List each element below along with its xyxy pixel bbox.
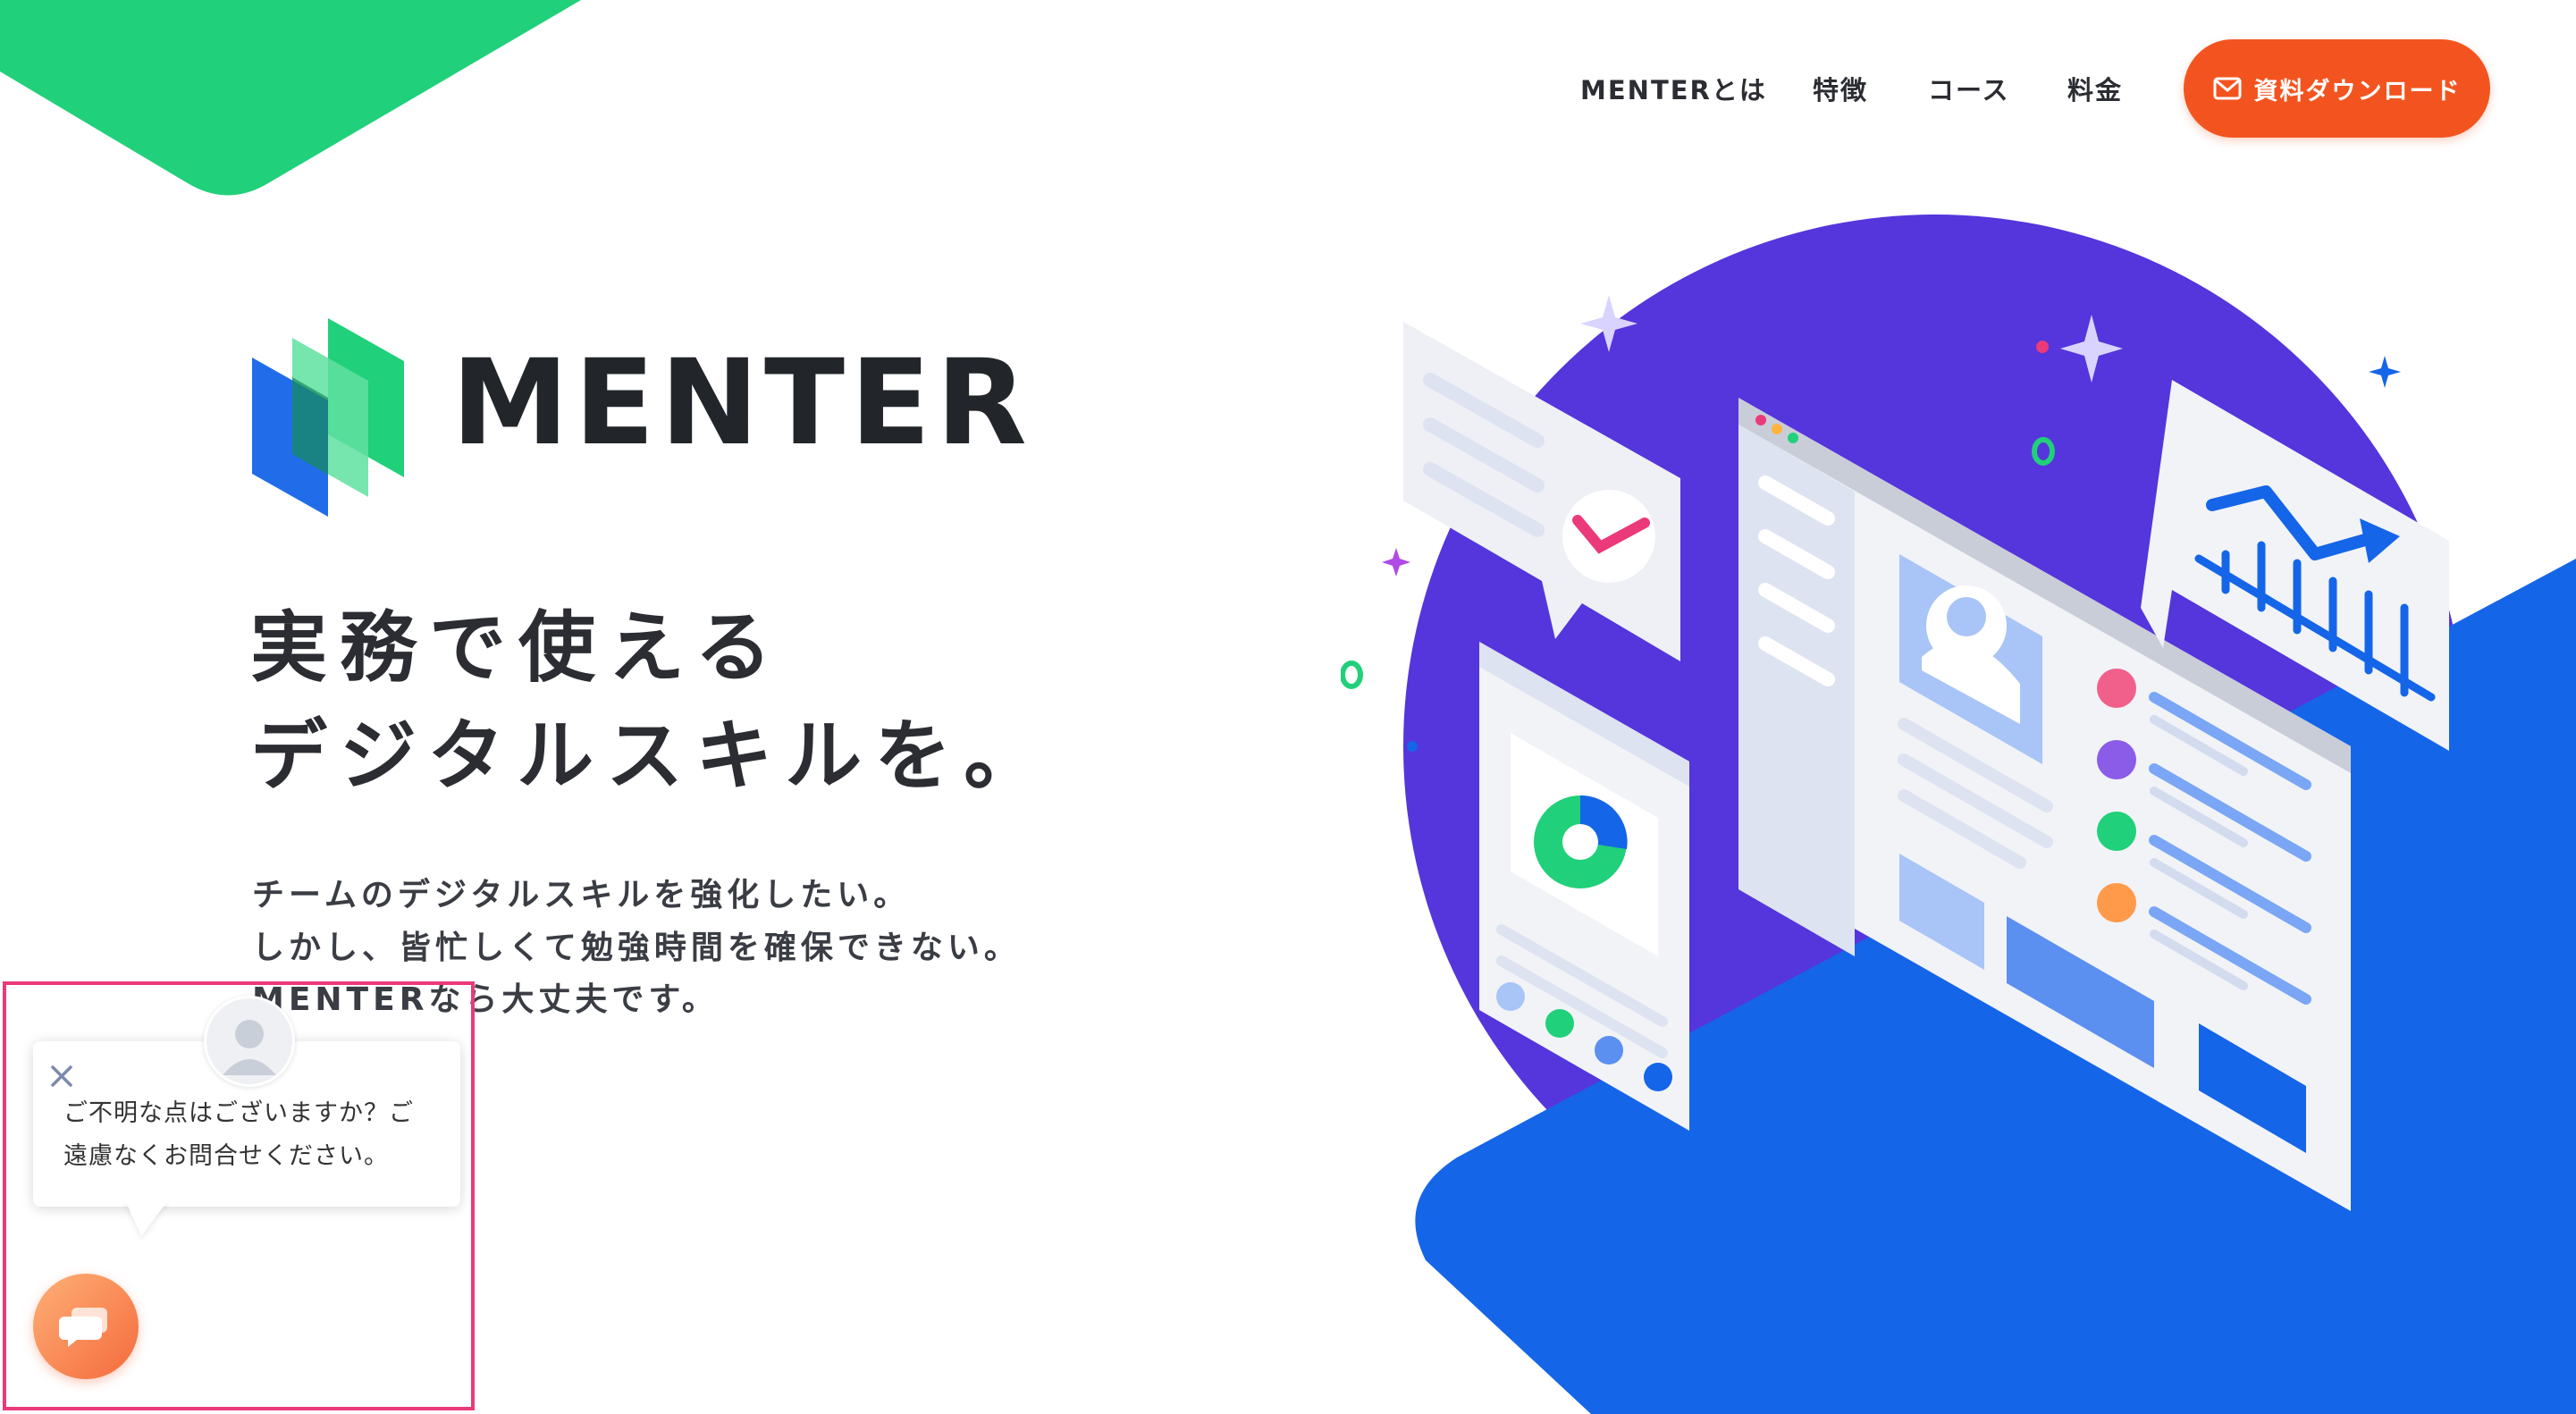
top-nav: MENTERとは 特徴 コース 料金 資料ダウンロード bbox=[0, 0, 2576, 179]
chat-bubble-icon bbox=[59, 1308, 107, 1347]
hero-lead-line2: しかし、皆忙しくて勉強時間を確保できない。 bbox=[252, 930, 1021, 966]
nav-item-about[interactable]: MENTERとは bbox=[1580, 70, 1767, 107]
mail-icon bbox=[2213, 77, 2241, 100]
hero-illustration bbox=[1341, 215, 2576, 1414]
download-button-label: 資料ダウンロード bbox=[2253, 77, 2462, 105]
chat-bubble-tail bbox=[125, 1200, 168, 1236]
close-icon[interactable] bbox=[47, 1062, 76, 1090]
menter-logo-icon bbox=[252, 318, 404, 517]
hero-lead-line1: チームのデジタルスキルを強化したい。 bbox=[252, 877, 911, 913]
chat-launcher-button[interactable] bbox=[33, 1274, 139, 1379]
download-materials-button[interactable]: 資料ダウンロード bbox=[2184, 39, 2490, 138]
nav-item-features[interactable]: 特徴 bbox=[1813, 70, 1868, 107]
hero-headline-line1: 実務で使える bbox=[250, 603, 785, 693]
hero-headline-line2: デジタルスキルを。 bbox=[250, 711, 1054, 801]
chat-message-line2: 遠慮なくお問合せください。 bbox=[63, 1142, 389, 1170]
brand-wordmark: MENTER bbox=[451, 334, 1032, 472]
user-avatar-icon bbox=[204, 996, 295, 1087]
nav-item-courses[interactable]: コース bbox=[1928, 70, 2010, 107]
nav-item-pricing[interactable]: 料金 bbox=[2067, 70, 2123, 107]
chat-message-line1: ご不明な点はございますか？ご bbox=[63, 1099, 414, 1127]
